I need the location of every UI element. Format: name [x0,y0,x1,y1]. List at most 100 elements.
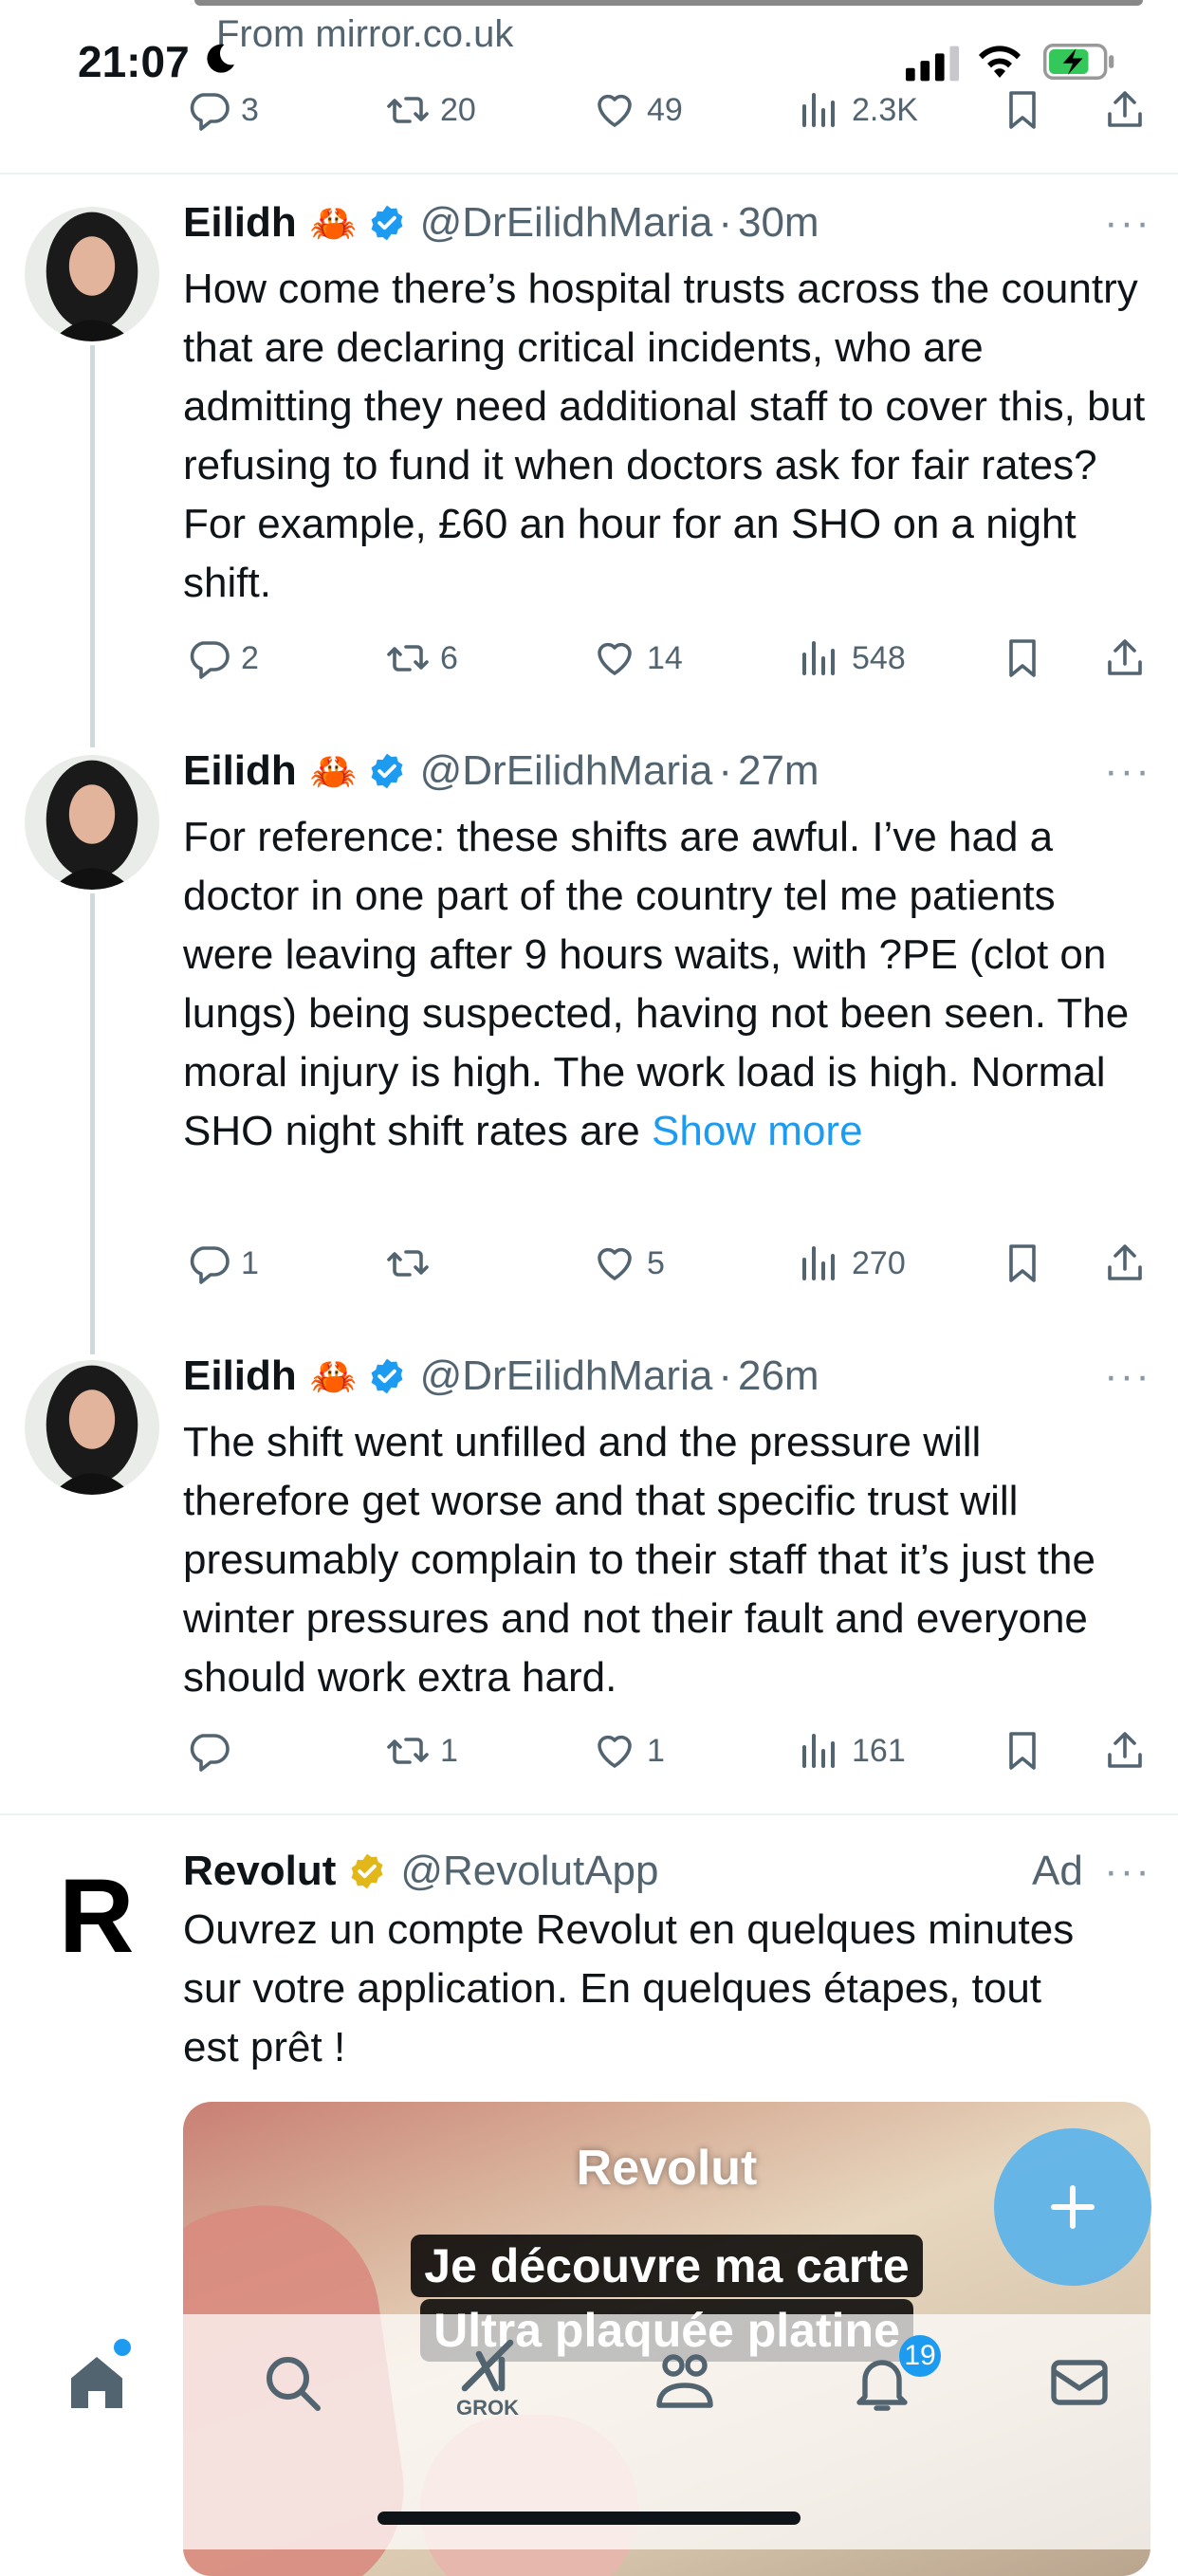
tab-grok[interactable]: GROK [453,2331,522,2420]
retweet-button[interactable]: 6 [385,635,458,681]
like-icon [598,1735,632,1768]
share-icon [1108,639,1142,675]
views-button[interactable]: 2.3K [797,87,918,133]
ad-label: Ad [1032,1848,1083,1894]
tweet-header: Eilidh 🦀 @DrEilidhMaria · 26m [183,1352,819,1400]
handle[interactable]: @DrEilidhMaria [420,199,713,247]
reply-button[interactable]: 3 [186,87,259,133]
share-icon [1108,1732,1142,1768]
like-button[interactable]: 49 [592,87,683,133]
compose-button[interactable] [994,2128,1151,2286]
views-count: 161 [852,1732,906,1769]
retweet-button[interactable]: 20 [385,87,476,133]
tweet-text-content: For reference: these shifts are awful. I… [183,814,1130,1154]
like-count: 1 [647,1732,665,1769]
bookmark-icon [1009,639,1036,677]
retweet-count: 6 [440,639,458,676]
retweet-button[interactable]: 1 [385,1728,458,1774]
tab-home[interactable] [63,2348,131,2417]
avatar-photo [25,207,159,341]
show-more-link[interactable]: Show more [652,1108,863,1154]
communities-icon [656,2354,713,2408]
avatar[interactable] [25,1360,159,1495]
home-icon [71,2357,122,2408]
separator-dot: · [718,1352,732,1399]
handle[interactable]: @RevolutApp [400,1848,658,1895]
bookmark-button[interactable] [1000,1241,1055,1286]
separator-dot: · [718,199,732,246]
bookmark-icon [1009,91,1036,129]
revolut-logo[interactable]: R [59,1865,134,1969]
reply-button[interactable]: 2 [186,635,259,681]
tweet-text: For reference: these shifts are awful. I… [183,808,1150,1161]
avatar[interactable] [25,755,159,890]
display-name[interactable]: Eilidh [183,747,297,795]
tweet-text: The shift went unfilled and the pressure… [183,1419,1095,1701]
like-button[interactable]: 1 [592,1728,665,1774]
like-icon [598,1247,632,1280]
divider [0,1813,1178,1815]
source-text[interactable]: From mirror.co.uk [216,13,513,56]
avatar-photo [25,1360,159,1495]
previous-media-edge [194,0,1143,6]
handle[interactable]: @DrEilidhMaria [420,747,713,795]
more-icon[interactable]: ··· [1104,747,1151,795]
reply-icon [190,1734,230,1772]
retweet-count: 1 [440,1732,458,1769]
reply-button[interactable]: 1 [186,1241,259,1286]
crab-emoji: 🦀 [309,1355,358,1398]
display-name[interactable]: Revolut [183,1848,336,1895]
share-icon [1108,1244,1142,1280]
reply-count: 1 [241,1244,259,1281]
handle[interactable]: @DrEilidhMaria [420,1352,713,1400]
tab-communities[interactable] [651,2348,719,2417]
tweet-text: How come there’s hospital trusts across … [183,266,1146,606]
views-button[interactable]: 548 [797,635,906,681]
more-icon[interactable]: ··· [1104,199,1151,247]
views-count: 270 [852,1244,906,1281]
status-time: 21:07 [78,37,190,86]
retweet-button[interactable] [385,1241,440,1286]
like-count: 14 [647,639,683,676]
share-button[interactable] [1102,635,1157,681]
like-button[interactable]: 5 [592,1241,665,1286]
like-count: 5 [647,1244,665,1281]
more-icon[interactable]: ··· [1104,1848,1151,1895]
share-button[interactable] [1102,1728,1157,1774]
share-button[interactable] [1102,1241,1157,1286]
reply-button[interactable] [186,1728,241,1774]
timestamp[interactable]: 26m [738,1352,819,1400]
display-name[interactable]: Eilidh [183,1352,297,1400]
timestamp[interactable]: 27m [738,747,819,795]
bookmark-button[interactable] [1000,635,1055,681]
like-button[interactable]: 14 [592,635,683,681]
reply-count: 3 [241,91,259,128]
avatar[interactable] [25,207,159,341]
mail-icon [1051,2360,1108,2405]
share-button[interactable] [1102,87,1157,133]
battery-icon [1043,44,1114,80]
verified-badge-icon [351,1853,383,1889]
media-caption-line: Je découvre ma carte [411,2235,923,2297]
bookmark-button[interactable] [1000,87,1055,133]
more-icon[interactable]: ··· [1104,1352,1151,1400]
views-button[interactable]: 270 [797,1241,906,1286]
like-count: 49 [647,91,683,128]
display-name[interactable]: Eilidh [183,199,297,247]
like-icon [598,94,632,127]
crab-emoji: 🦀 [309,750,358,793]
tab-search[interactable] [258,2348,326,2417]
tab-messages[interactable] [1045,2348,1114,2417]
home-indicator[interactable] [377,2512,801,2525]
retweet-count: 20 [440,91,476,128]
like-icon [598,642,632,675]
wifi-icon [979,46,1021,78]
views-button[interactable]: 161 [797,1728,906,1774]
bookmark-icon [1009,1244,1036,1282]
timestamp[interactable]: 30m [738,199,819,247]
grok-label: GROK [456,2396,519,2420]
reply-icon [190,1246,230,1284]
tweet-header: Eilidh 🦀 @DrEilidhMaria · 27m [183,747,819,795]
bookmark-button[interactable] [1000,1728,1055,1774]
retweet-icon [387,645,429,672]
